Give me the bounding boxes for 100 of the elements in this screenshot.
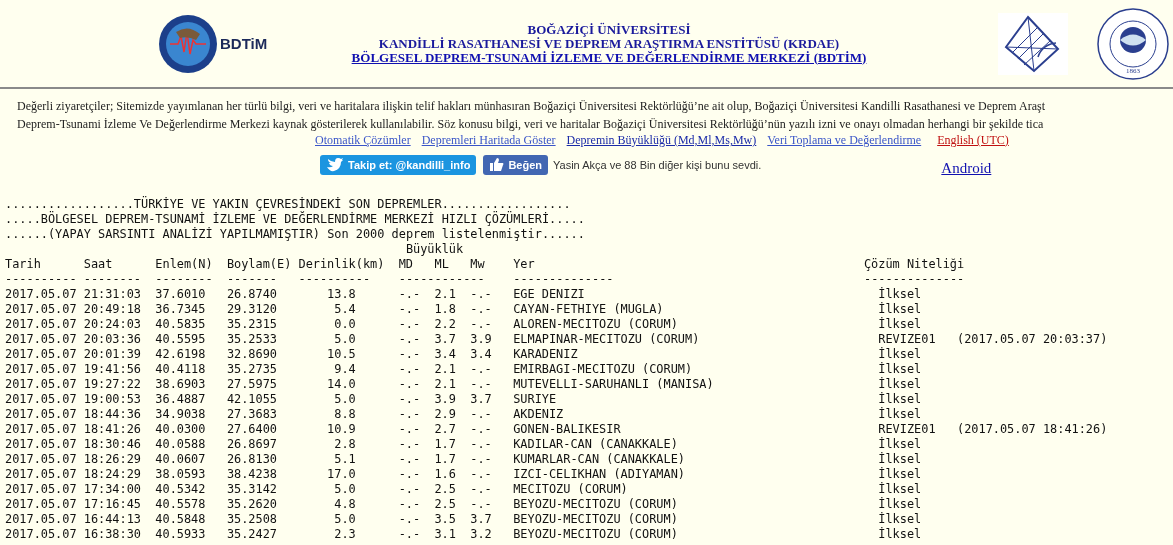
table-cell-text: 36.7345 (155, 302, 207, 317)
nav-link[interactable]: English (UTC) (937, 133, 1009, 147)
table-cell-text: 2017.05.07 (5, 332, 78, 347)
table-cell-text: 35.2735 (226, 362, 278, 377)
table-cell-text: 2017.05.07 (5, 287, 78, 302)
table-cell-text: 20:03:36 (83, 332, 142, 347)
table-cell-text: İlksel (878, 407, 923, 422)
title-link[interactable]: BÖLGESEL DEPREM-TSUNAMİ İZLEME VE DEĞERLENDİRME MERKEZİ (BDTİM) (351, 50, 867, 65)
table-cell-text: İlksel (878, 482, 923, 497)
table-cell-text: İlksel (878, 452, 923, 467)
table-cell-text: 2.1 (434, 362, 457, 377)
table-cell-text: 17:16:45 (83, 497, 142, 512)
table-cell-text: 5.0 (333, 332, 356, 347)
table-cell-text: 18:30:46 (83, 437, 142, 452)
notice-text: Deprem-Tsunami İzleme Ve Değerlendirme Merkezi kaynak gösterilerek kullanılabilir. Söz konusu bilgi, veri ve haritalar Boğaziçi Üniversitesi Rektörlüğü’nün yazılı izni ve onayı olmadan herhangi bir şekilde tica (17, 116, 1045, 133)
table-cell-text: 27.5975 (226, 377, 278, 392)
table-cell-text: 29.3120 (226, 302, 278, 317)
table-cell-text: -.- (470, 482, 493, 497)
table-cell-text: -.- (470, 422, 493, 437)
nav-link[interactable]: Veri Toplama ve Değerlendirme (767, 133, 922, 147)
column-header: Tarih (5, 257, 42, 272)
table-cell-text: 40.5848 (155, 512, 207, 527)
table-cell-text: 2017.05.07 (5, 317, 78, 332)
table-cell-text: 2017.05.07 (5, 512, 78, 527)
table-cell-text: 35.2620 (226, 497, 278, 512)
table-cell-text: 2017.05.07 (5, 377, 78, 392)
table-cell-text: İlksel (878, 347, 923, 362)
table-cell-text: GONEN-BALIKESIR (513, 422, 622, 437)
table-cell-text: 17:34:00 (83, 482, 142, 497)
dashed-rule: ---------- -------- -------- ------- ---------- ------------ -------------- -------------- (5, 272, 966, 287)
table-cell-text: 26.8740 (226, 287, 278, 302)
table-cell-text: 40.0300 (155, 422, 207, 437)
table-cell-text: -.- (398, 437, 422, 452)
table-cell-text: 2.3 (333, 527, 356, 542)
table-cell-text: 2017.05.07 (5, 422, 78, 437)
column-header: Enlem(N) (155, 257, 214, 272)
table-cell-text: 2.1 (434, 287, 457, 302)
table-cell-text: 42.1055 (226, 392, 278, 407)
table-cell-text: -.- (398, 317, 422, 332)
table-cell-text: 2017.05.07 (5, 482, 78, 497)
table-cell-text: -.- (470, 317, 493, 332)
table-cell-text: 40.4118 (155, 362, 207, 377)
table-cell-text: -.- (398, 302, 422, 317)
table-cell-text: 20:49:18 (83, 302, 142, 317)
table-cell-text: 21:31:03 (83, 287, 142, 302)
table-cell-text: 3.9 (470, 332, 493, 347)
table-cell-text: 32.8690 (226, 347, 278, 362)
table-cell-text: -.- (398, 497, 422, 512)
table-cell-text: 5.1 (333, 452, 356, 467)
like-button[interactable]: Beğen (483, 154, 548, 175)
table-cell-text: KUMARLAR-CAN (CANAKKALE) (513, 452, 686, 467)
table-cell-text: 26.8130 (226, 452, 278, 467)
table-cell-text: 35.2427 (226, 527, 278, 542)
table-cell-text: İlksel (878, 527, 923, 542)
table-cell-text: 2.9 (434, 407, 457, 422)
table-cell-text: -.- (398, 422, 422, 437)
compass-emblem-icon (998, 12, 1068, 75)
table-cell-text: İlksel (878, 377, 923, 392)
table-cell-text: 3.1 (434, 527, 457, 542)
table-cell-text: 2017.05.07 (5, 362, 78, 377)
table-cell-text: İlksel (878, 392, 923, 407)
table-cell-text: -.- (470, 287, 493, 302)
table-cell-text: 2.5 (434, 482, 457, 497)
table-cell-text: 2017.05.07 (5, 527, 78, 542)
table-cell-text: -.- (398, 467, 422, 482)
table-cell-text: 18:26:29 (83, 452, 142, 467)
table-cell-text: 36.4887 (155, 392, 207, 407)
table-cell-text: 38.4238 (226, 467, 278, 482)
table-cell-text: 0.0 (333, 317, 356, 332)
nav-link[interactable]: Depremin Büyüklüğü (Md,Ml,Ms,Mw) (566, 133, 757, 147)
table-cell-text: 20:01:39 (83, 347, 142, 362)
table-cell-text: 19:00:53 (83, 392, 142, 407)
table-cell-text: 38.0593 (155, 467, 207, 482)
table-cell-text: -.- (398, 377, 422, 392)
table-cell-text: -.- (470, 302, 493, 317)
table-cell-text: 2017.05.07 (5, 467, 78, 482)
table-cell-text: 40.5595 (155, 332, 207, 347)
table-cell-text: 16:38:30 (83, 527, 142, 542)
table-cell-text: EMIRBAGI-MECITOZU (CORUM) (513, 362, 694, 377)
table-cell-text: 40.5835 (155, 317, 207, 332)
table-cell-text: İlksel (878, 362, 923, 377)
nav-link[interactable]: Depremleri Haritada Göster (421, 133, 556, 147)
android-link[interactable]: Android (941, 160, 992, 177)
table-cell-text: 40.5933 (155, 527, 207, 542)
table-cell-text: 10.5 (326, 347, 356, 362)
table-cell-text: 4.8 (333, 497, 356, 512)
table-cell-text: -.- (398, 362, 422, 377)
table-cell-text: 20:24:03 (83, 317, 142, 332)
table-cell-text: 8.8 (333, 407, 356, 422)
table-cell-text: -.- (470, 497, 493, 512)
table-cell-text: KADILAR-CAN (CANAKKALE) (513, 437, 679, 452)
table-cell-text: 2.7 (434, 422, 457, 437)
table-cell-text: İlksel (878, 512, 923, 527)
table-cell-text: 1.7 (434, 437, 457, 452)
nav-link[interactable]: Otomatik Çözümler (315, 133, 411, 147)
column-header: Yer (513, 257, 536, 272)
table-cell-text: 2.2 (434, 317, 457, 332)
table-cell-text: 40.5578 (155, 497, 207, 512)
table-cell-text: 1.7 (434, 452, 457, 467)
table-cell-text: 2.8 (333, 437, 356, 452)
